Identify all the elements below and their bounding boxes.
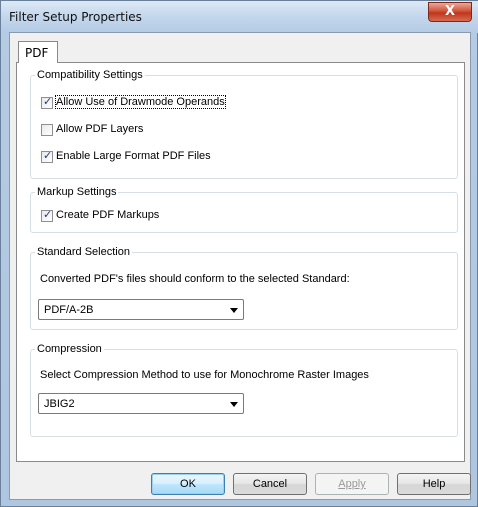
markup-settings-legend: Markup Settings: [35, 186, 119, 198]
cancel-button[interactable]: Cancel: [233, 473, 307, 495]
close-icon: X: [444, 4, 456, 19]
help-button[interactable]: Help: [397, 473, 471, 495]
compression-legend: Compression: [35, 343, 104, 355]
standard-dropdown-value: PDF/A-2B: [44, 304, 94, 316]
large-format-checkbox[interactable]: [41, 149, 53, 163]
compression-dropdown[interactable]: JBIG2: [38, 393, 244, 414]
standard-selection-legend: Standard Selection: [35, 246, 132, 258]
drawmode-operands-checkbox[interactable]: [41, 95, 53, 109]
create-markups-checkbox[interactable]: [41, 208, 53, 222]
ok-button[interactable]: OK: [151, 473, 225, 495]
compression-description: Select Compression Method to use for Mon…: [40, 369, 369, 381]
create-markups-label[interactable]: Create PDF Markups: [56, 209, 159, 221]
large-format-label[interactable]: Enable Large Format PDF Files: [56, 150, 211, 162]
compatibility-settings-legend: Compatibility Settings: [35, 69, 145, 81]
tab-pdf-label: PDF: [25, 46, 49, 60]
apply-button[interactable]: Apply: [315, 473, 389, 495]
standard-dropdown[interactable]: PDF/A-2B: [38, 299, 244, 320]
pdf-layers-checkbox[interactable]: [41, 124, 53, 136]
tab-pdf[interactable]: PDF: [18, 41, 58, 63]
apply-button-label: Apply: [338, 478, 366, 490]
pdf-layers-label[interactable]: Allow PDF Layers: [56, 123, 143, 135]
compression-dropdown-value: JBIG2: [44, 398, 75, 410]
chevron-down-icon: [230, 402, 238, 407]
close-button[interactable]: X: [428, 2, 472, 22]
title-bar[interactable]: Filter Setup Properties X: [1, 1, 478, 33]
drawmode-operands-label[interactable]: Allow Use of Drawmode Operands: [55, 95, 226, 109]
standard-description: Converted PDF's files should conform to …: [40, 273, 350, 285]
window-title: Filter Setup Properties: [9, 10, 142, 24]
chevron-down-icon: [230, 308, 238, 313]
